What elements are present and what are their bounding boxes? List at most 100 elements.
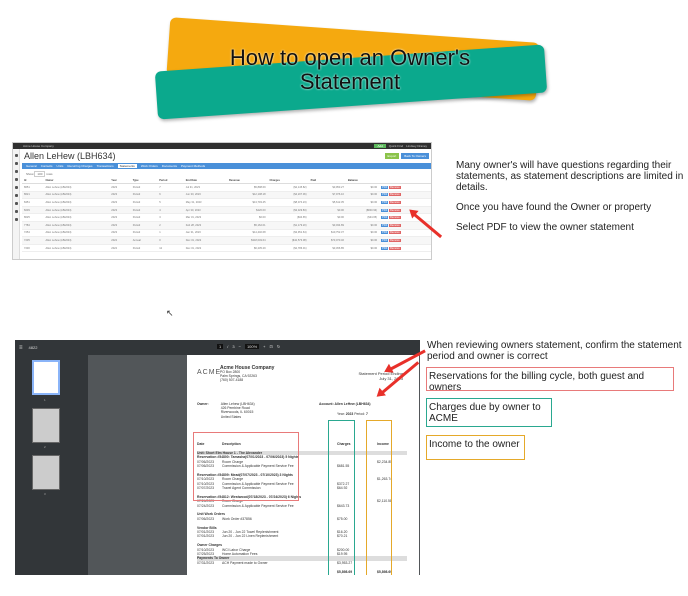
menu-icon[interactable]: ≡: [19, 345, 23, 351]
remove-button[interactable]: Remove: [389, 223, 401, 227]
cell-owner: Allen Lehew (LBH634): [43, 191, 110, 200]
remove-button[interactable]: Remove: [389, 216, 401, 220]
remove-button[interactable]: Remove: [389, 208, 401, 212]
remove-button[interactable]: Remove: [389, 246, 401, 250]
tab-statements[interactable]: Statements: [117, 164, 137, 168]
remove-button[interactable]: Remove: [389, 200, 401, 204]
note-reservations: Reservations for the billing cycle, both…: [426, 367, 674, 393]
mouse-cursor-icon: ↖: [166, 308, 174, 318]
page-thumbnail[interactable]: [32, 408, 60, 443]
rotate-icon[interactable]: ↻: [277, 344, 280, 349]
row-actions: PDF Remove: [379, 198, 431, 207]
tab-work-orders[interactable]: Work Orders: [141, 164, 158, 168]
remove-button[interactable]: Remove: [389, 185, 401, 189]
cell-end: Jul 31, 2023: [183, 183, 228, 192]
show-suffix: rows: [46, 172, 53, 176]
nav-icon[interactable]: [14, 202, 18, 205]
banner-title-line1: How to open an Owner's: [229, 45, 471, 70]
tab-units[interactable]: Units: [57, 164, 64, 168]
pdf-button[interactable]: PDF: [381, 185, 389, 189]
cell-id: 8239: [22, 206, 44, 215]
back-to-owners-button[interactable]: Back To Owners: [401, 153, 429, 159]
title-banner: How to open an Owner's Statement: [150, 17, 550, 120]
owner-label: Owner:: [197, 402, 209, 406]
banner-title-line2: Statement: [299, 69, 401, 94]
row-actions: PDF Remove: [379, 244, 431, 253]
zoom-out-icon[interactable]: −: [239, 344, 241, 349]
pdf-button[interactable]: PDF: [381, 238, 389, 242]
nav-icon[interactable]: [14, 154, 18, 157]
cell-end: Feb 28, 2023: [183, 221, 228, 230]
cell-end: Apr 30, 2023: [183, 206, 228, 215]
cell-end: May 31, 2023: [183, 198, 228, 207]
cell-balance: $0.00: [345, 221, 380, 230]
nav-icon[interactable]: [14, 194, 18, 197]
cell-id: 7784: [22, 221, 44, 230]
cell-year: 2023: [109, 229, 131, 238]
pdf-button[interactable]: PDF: [381, 208, 389, 212]
cell-period: 5: [157, 198, 184, 207]
cell-id: 8621: [22, 191, 44, 200]
cell-year: 2023: [109, 221, 131, 230]
cell-type: Annual: [130, 236, 158, 245]
cell-period: 3: [157, 213, 184, 222]
cell-type: Period: [130, 244, 158, 253]
page-title: Allen LeHew (LBH634): [24, 151, 116, 161]
tab-documents[interactable]: Documents: [162, 164, 177, 168]
remove-button[interactable]: Remove: [389, 238, 401, 242]
tab-recurring-charges[interactable]: Recurring Charges: [67, 164, 92, 168]
nav-icon[interactable]: [14, 186, 18, 189]
page-thumbnail[interactable]: [32, 360, 60, 395]
doc-title: 4822: [28, 345, 38, 350]
cell-type: Period: [130, 229, 158, 238]
table-row: 8239 Allen Lehew (LBH634) 2023 Period 4 Apr 3…: [22, 206, 431, 215]
app-main: Allen LeHew (LBH634) Export Back To Owne…: [22, 149, 431, 259]
nav-icon[interactable]: [14, 210, 18, 213]
cell-period: 7: [157, 183, 184, 192]
tab-contacts[interactable]: Contacts: [41, 164, 53, 168]
pdf-button[interactable]: PDF: [381, 216, 389, 220]
cell-revenue: $5,898.69: [227, 183, 268, 192]
user-menu[interactable]: Lindsey Draney: [406, 144, 427, 148]
thumbnail-label: 3: [44, 492, 46, 496]
cell-charges: ($2,145.82): [267, 183, 309, 192]
remove-button[interactable]: Remove: [389, 231, 401, 235]
cell-paid: $10,752.37: [308, 229, 346, 238]
nav-icon[interactable]: [14, 170, 18, 173]
export-button[interactable]: Export: [384, 153, 400, 159]
zoom-input[interactable]: 100%: [244, 344, 260, 349]
pdf-button[interactable]: PDF: [381, 200, 389, 204]
pdf-button[interactable]: PDF: [381, 223, 389, 227]
rows-select[interactable]: 100: [34, 171, 46, 177]
cell-type: Period: [130, 198, 158, 207]
nav-icon[interactable]: [14, 218, 18, 221]
tab-general[interactable]: General: [26, 164, 37, 168]
cell-year: 2023: [109, 183, 131, 192]
owner-app-screenshot: Acme House Company Add Quick Find Lindse…: [12, 142, 432, 260]
remove-button[interactable]: Remove: [389, 193, 401, 197]
cell-id: 8651: [22, 183, 44, 192]
cell-owner: Allen Lehew (LBH634): [43, 236, 110, 245]
zoom-in-icon[interactable]: +: [263, 344, 265, 349]
cell-charges: ($2,786.01): [267, 244, 309, 253]
page-number-input[interactable]: 1: [217, 344, 224, 349]
nav-icon[interactable]: [14, 162, 18, 165]
cell-type: Period: [130, 191, 158, 200]
fit-page-icon[interactable]: ⊡: [270, 344, 273, 349]
add-button[interactable]: Add: [374, 144, 386, 148]
thumbnail-sidebar: 1 2 3: [15, 355, 88, 575]
cell-charges: ($42,573.08): [267, 236, 309, 245]
page-thumbnail[interactable]: [32, 455, 60, 490]
acme-logo: ACME: [197, 369, 222, 376]
tab-transactions[interactable]: Transactions: [97, 164, 114, 168]
pdf-button[interactable]: PDF: [381, 231, 389, 235]
nav-icon[interactable]: [14, 178, 18, 181]
cell-owner: Allen Lehew (LBH634): [43, 213, 110, 222]
year-label: Year:: [337, 412, 345, 416]
cell-balance: $0.00: [345, 229, 380, 238]
pdf-button[interactable]: PDF: [381, 193, 389, 197]
quick-find[interactable]: Quick Find: [389, 144, 403, 148]
pdf-button[interactable]: PDF: [381, 246, 389, 250]
tab-payment-methods[interactable]: Payment Methods: [181, 164, 205, 168]
cell-balance: ($34.65): [345, 213, 380, 222]
